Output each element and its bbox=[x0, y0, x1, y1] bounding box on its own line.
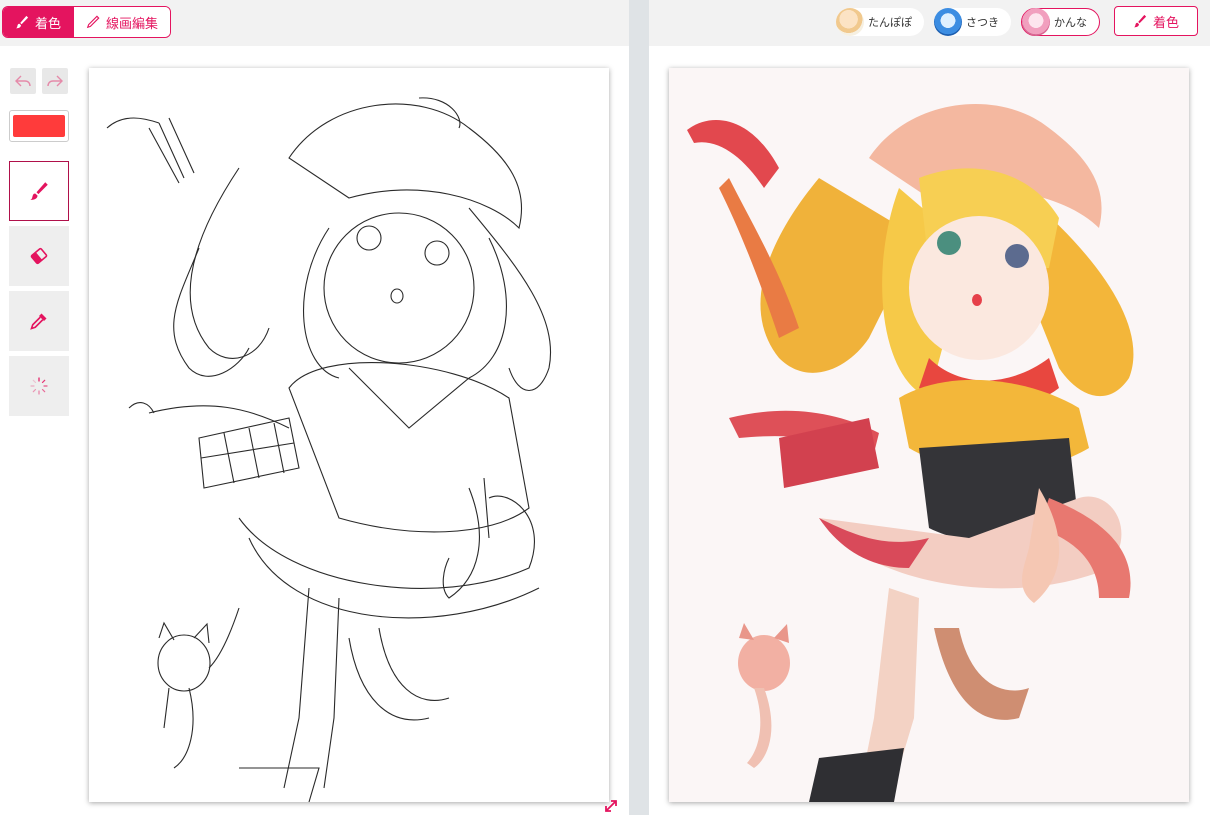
tab-colorize-label: 着色 bbox=[35, 16, 62, 32]
style-selector: たんぽぽ さつき かんな bbox=[836, 8, 1100, 36]
line-art-panel: 着色 線画編集 bbox=[0, 0, 629, 815]
spinner-icon bbox=[30, 377, 48, 395]
style-chip-satsuki[interactable]: さつき bbox=[934, 8, 1011, 36]
colorize-button[interactable]: 着色 bbox=[1114, 6, 1198, 36]
tab-line-edit[interactable]: 線画編集 bbox=[73, 7, 171, 37]
tab-line-edit-label: 線画編集 bbox=[106, 16, 159, 32]
eyedropper-icon bbox=[30, 313, 47, 330]
mode-tabs: 着色 線画編集 bbox=[2, 6, 172, 38]
colorize-button-label: 着色 bbox=[1152, 15, 1179, 31]
loading-tool[interactable] bbox=[9, 356, 69, 416]
avatar bbox=[934, 8, 962, 36]
colorized-image bbox=[669, 68, 1189, 802]
redo-button[interactable] bbox=[42, 68, 68, 94]
brush-tool[interactable] bbox=[9, 161, 69, 221]
right-toolbar: たんぽぽ さつき かんな 着色 bbox=[649, 0, 1210, 46]
left-toolbar: 着色 線画編集 bbox=[0, 0, 629, 46]
colorized-canvas bbox=[669, 68, 1189, 802]
expand-icon bbox=[605, 800, 617, 812]
brush-icon bbox=[15, 15, 29, 29]
avatar bbox=[836, 8, 864, 36]
style-label: さつき bbox=[966, 16, 999, 29]
style-chip-kanna[interactable]: かんな bbox=[1021, 8, 1100, 36]
color-picker[interactable] bbox=[9, 110, 69, 142]
avatar bbox=[1022, 8, 1050, 36]
current-color-swatch bbox=[13, 115, 65, 137]
line-art-canvas[interactable] bbox=[89, 68, 609, 802]
line-art-drawing bbox=[106, 97, 551, 802]
style-label: たんぽぽ bbox=[868, 16, 912, 29]
style-chip-tanpopo[interactable]: たんぽぽ bbox=[836, 8, 924, 36]
result-panel: たんぽぽ さつき かんな 着色 bbox=[649, 0, 1210, 815]
panel-divider bbox=[629, 0, 649, 815]
undo-button[interactable] bbox=[10, 68, 36, 94]
brush-icon bbox=[1133, 14, 1147, 28]
redo-icon bbox=[47, 75, 63, 87]
eraser-tool[interactable] bbox=[9, 226, 69, 286]
style-label: かんな bbox=[1054, 16, 1087, 29]
eraser-icon bbox=[30, 247, 48, 265]
eyedropper-tool[interactable] bbox=[9, 291, 69, 351]
tab-colorize[interactable]: 着色 bbox=[3, 7, 74, 37]
pen-icon bbox=[86, 15, 100, 29]
brush-icon bbox=[30, 182, 48, 200]
undo-icon bbox=[15, 75, 31, 87]
resize-handle[interactable] bbox=[602, 797, 620, 815]
